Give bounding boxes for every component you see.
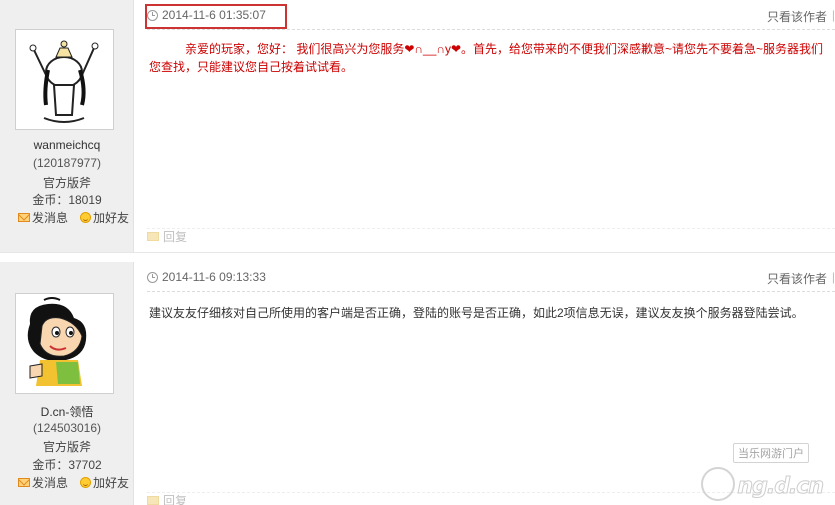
- reply-icon: [147, 496, 159, 505]
- only-author-link[interactable]: 只看该作者: [767, 270, 827, 287]
- post-time: 2014-11-6 09:13:33: [147, 270, 266, 284]
- send-message-button[interactable]: 发消息: [18, 209, 68, 226]
- add-friend-button[interactable]: 加好友: [80, 209, 129, 226]
- avatar[interactable]: [15, 293, 114, 394]
- author-sidebar: wanmeichcq (120187977) 官方版斧 金币：18019 发消息…: [0, 0, 134, 258]
- avatar-image: [16, 294, 113, 393]
- post-body: 建议友友仔细核对自己所使用的客户端是否正确，登陆的账号是否正确，如此2项信息无误…: [149, 306, 804, 320]
- reply-bar: 回复: [147, 228, 835, 244]
- post-time-text: 2014-11-6 09:13:33: [162, 270, 266, 284]
- post-divider: [0, 252, 835, 262]
- smile-icon: [80, 212, 92, 223]
- reply-button[interactable]: 回复: [163, 228, 187, 245]
- reply-bar: 回复: [147, 492, 835, 505]
- author-name[interactable]: wanmeichcq: [0, 138, 134, 152]
- only-author-link[interactable]: 只看该作者: [767, 8, 827, 25]
- mail-icon: [18, 213, 30, 222]
- author-gold: 金币：37702: [32, 458, 102, 472]
- post-content: 2014-11-6 09:13:33 只看该作者 | 建议友友仔细核对自己所使用…: [135, 262, 835, 505]
- author-rank: 官方版斧: [42, 176, 91, 190]
- reply-icon: [147, 232, 159, 241]
- mail-icon: [18, 478, 30, 487]
- avatar-image: [16, 30, 113, 129]
- post-header: 2014-11-6 09:13:33 只看该作者 |: [147, 270, 835, 292]
- add-friend-label: 加好友: [93, 476, 130, 490]
- post-body: 亲爱的玩家，您好： 我们很高兴为您服务❤∩__∩y❤。首先，给您带来的不便我们深…: [149, 40, 835, 76]
- post-2: D.cn-领悟 (124503016) 官方版斧 金币：37702 发消息 加好…: [0, 262, 835, 505]
- highlight-box: [145, 4, 287, 29]
- author-id: (120187977): [32, 156, 102, 170]
- author-rank: 官方版斧: [42, 440, 91, 454]
- author-gold: 金币：18019: [32, 193, 102, 207]
- author-actions: 发消息 加好友: [18, 474, 134, 491]
- smile-icon: [80, 477, 92, 488]
- author-sidebar: D.cn-领悟 (124503016) 官方版斧 金币：37702 发消息 加好…: [0, 262, 134, 505]
- clock-icon: [147, 271, 158, 283]
- post-content: 2014-11-6 01:35:07 只看该作者 | 亲爱的玩家，您好： 我们很…: [135, 0, 835, 258]
- post-body-line-1: 亲爱的玩家，您好： 我们很高兴为您服务❤∩__∩y❤。首先，给您带来的不便我们深…: [185, 42, 824, 56]
- author-actions: 发消息 加好友: [18, 209, 134, 226]
- author-name[interactable]: D.cn-领悟: [0, 403, 134, 420]
- add-friend-label: 加好友: [93, 211, 130, 225]
- send-message-label: 发消息: [32, 211, 69, 225]
- post-body-line-2: 您查找，只能建议您自己按着试试看。: [149, 60, 354, 74]
- add-friend-button[interactable]: 加好友: [80, 474, 129, 491]
- post-1: wanmeichcq (120187977) 官方版斧 金币：18019 发消息…: [0, 0, 835, 258]
- reply-button[interactable]: 回复: [163, 492, 187, 505]
- send-message-label: 发消息: [32, 476, 69, 490]
- author-id: (124503016): [32, 421, 102, 435]
- send-message-button[interactable]: 发消息: [18, 474, 68, 491]
- avatar[interactable]: [15, 29, 114, 130]
